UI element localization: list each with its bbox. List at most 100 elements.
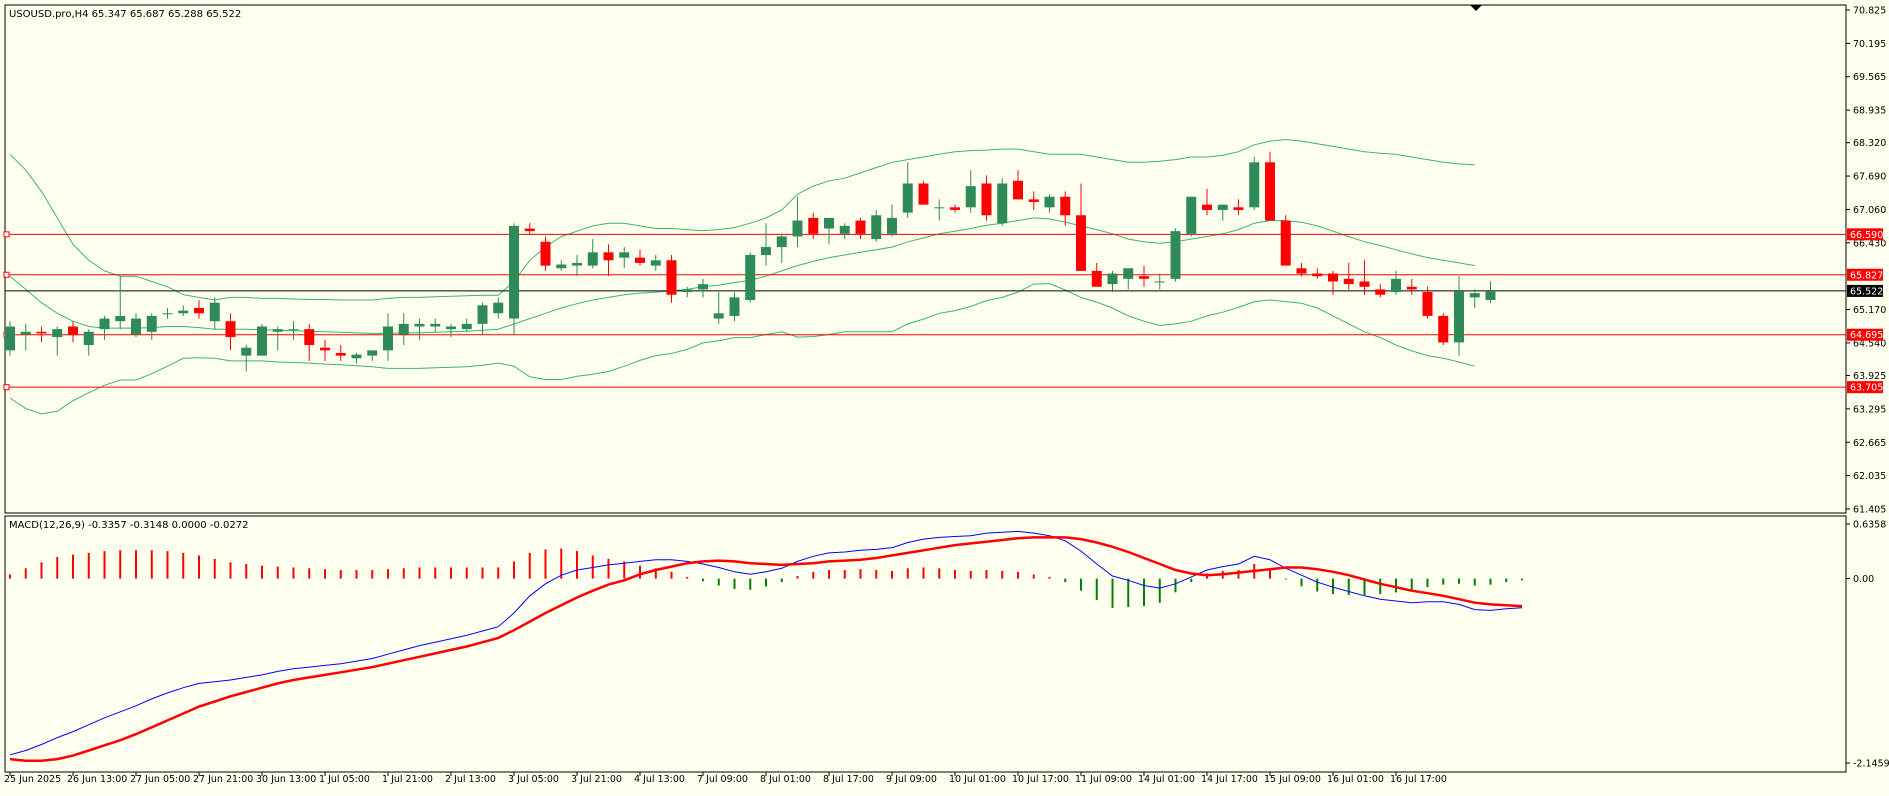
price-level-handle[interactable] [3,384,10,391]
candle-body [351,354,362,359]
candle-body [430,323,441,327]
candle-body [367,350,378,356]
candle-body [20,331,31,335]
candle-body [477,305,488,324]
price-level-label: 64.695 [1850,330,1883,341]
candle-body [1186,196,1197,234]
time-tick-label: 25 Jun 2025 [4,774,61,785]
candle-body [225,321,236,338]
candle-body [178,310,189,314]
price-tick-label: 65.170 [1853,305,1886,316]
candle-body [304,329,315,346]
candle-body [808,217,819,234]
candle-body [1454,291,1464,343]
time-tick-label: 4 Jul 13:00 [634,774,685,785]
candle-body [162,313,173,315]
candle-body [99,318,110,330]
price-level-handle[interactable] [3,231,10,238]
candle-body [1280,220,1291,266]
candle-body [52,329,63,338]
time-tick-label: 3 Jul 21:00 [571,774,622,785]
price-tick-label: 67.690 [1853,172,1886,183]
price-tick-label: 67.060 [1853,205,1886,216]
candle-body [1107,273,1118,285]
candle-body [194,307,204,314]
candle-body [1249,162,1260,208]
candle-body [965,186,976,208]
candle-body [1422,292,1433,316]
time-tick-label: 2 Jul 13:00 [445,774,496,785]
time-tick-label: 10 Jul 01:00 [949,774,1006,785]
candle-body [1170,231,1181,279]
candle-body [698,284,708,290]
time-tick-label: 8 Jul 17:00 [823,774,874,785]
candle-body [1343,278,1354,285]
candle-body [587,252,598,266]
time-tick-label: 10 Jul 17:00 [1012,774,1069,785]
candle-body [1217,204,1228,210]
macd-tick-label: 0.6358 [1853,520,1886,531]
candle-body [272,329,283,332]
candle-body [1296,268,1307,274]
candle-body [745,254,756,301]
macd-tick-label: 0.00 [1853,574,1874,585]
price-tick-label: 68.320 [1853,138,1886,149]
chart-window[interactable]: 70.825 70.195 69.565 68.935 68.320 67.690 67.0… [0,0,1889,796]
candle-body [1060,196,1071,216]
time-tick-label: 1 Jul 21:00 [382,774,433,785]
candle-body [729,297,740,316]
candle-body [619,252,630,258]
time-tick-label: 16 Jul 01:00 [1327,774,1384,785]
time-tick-label: 11 Jul 09:00 [1075,774,1132,785]
macd-tick-label: -2.1459 [1853,759,1889,770]
candle-body [572,262,582,266]
candle-body [1202,204,1212,210]
candle-body [209,302,220,322]
candle-body [1469,293,1480,298]
price-level-label: 63.705 [1850,383,1883,394]
candle-body [855,220,866,234]
candle-body [839,225,850,234]
price-level-label: 65.827 [1850,270,1883,281]
candle-body [713,313,724,319]
price-tick-label: 63.295 [1853,404,1886,415]
candle-body [603,252,614,261]
candle-body [36,331,47,334]
candle-body [761,247,771,255]
candle-body [524,228,535,232]
candle-body [1044,196,1055,208]
chart-canvas[interactable]: 70.825 70.195 69.565 68.935 68.320 67.690 67.0… [0,0,1889,792]
price-level-handle[interactable] [3,271,10,278]
candle-body [981,183,992,216]
candle-body [335,352,346,356]
candle-body [682,289,693,293]
candle-body [1391,278,1401,293]
candle-body [461,323,472,330]
time-tick-label: 26 Jun 13:00 [67,774,127,785]
candle-body [887,217,897,234]
candle-body [288,329,299,331]
macd-header: MACD(12,26,9) -0.3357 -0.3148 0.0000 -0.… [9,520,248,531]
time-tick-label: 1 Jul 05:00 [319,774,370,785]
candle-body [540,241,551,266]
price-level-label: 65.522 [1850,286,1883,297]
candle-body [824,217,834,229]
time-tick-label: 7 Jul 09:00 [697,774,748,785]
candle-body [1154,281,1165,283]
candle-body [871,215,882,240]
candle-body [1312,273,1323,277]
price-tick-label: 68.935 [1853,106,1886,117]
candle-body [414,323,425,327]
price-tick-label: 70.195 [1853,39,1886,50]
candle-body [509,225,519,319]
candle-body [398,323,409,335]
candle-body [1028,199,1039,203]
candle-body [635,257,645,263]
candle-body [1375,289,1386,295]
time-tick-label: 15 Jul 09:00 [1264,774,1321,785]
price-tick-label: 70.825 [1853,6,1886,17]
candle-body [257,326,267,356]
candle-body [776,236,787,248]
time-tick-label: 14 Jul 01:00 [1138,774,1195,785]
candle-body [146,315,157,332]
